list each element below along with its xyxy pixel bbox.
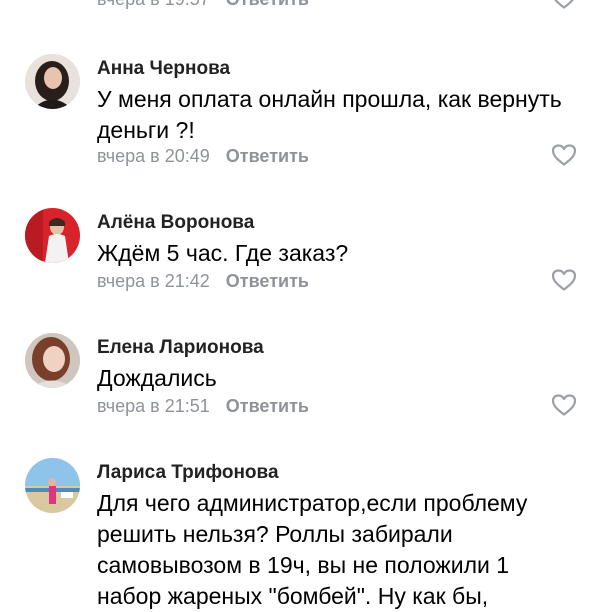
comment-time: вчера в 20:49 [97,146,210,166]
comment-meta: вчера в 19:57 Ответить [97,0,309,10]
comment-author[interactable]: Елена Ларионова [97,337,264,359]
avatar-photo [25,54,80,109]
reply-link[interactable]: Ответить [226,271,309,291]
comment-text: Для чего администратор,если проблему реш… [97,490,528,609]
comment-text: У меня оплата онлайн прошла, как вернуть… [97,86,562,143]
avatar[interactable] [25,208,80,263]
comment-meta: вчера в 20:49 Ответить [97,146,309,167]
like-button[interactable] [551,268,577,292]
comment-text: Ждём 5 час. Где заказ? [97,240,349,266]
comment-author[interactable]: Алёна Воронова [97,212,254,234]
comment-text: Дождались [97,365,217,391]
comment-time: вчера в 19:57 [97,0,210,9]
reply-link[interactable]: Ответить [226,0,309,9]
reply-link[interactable]: Ответить [226,396,309,416]
heart-outline-icon [551,269,577,291]
like-button[interactable] [551,393,577,417]
comment-meta: вчера в 21:51 Ответить [97,396,309,417]
avatar[interactable] [25,54,80,109]
avatar-photo [25,458,80,513]
avatar-photo [25,208,80,263]
avatar[interactable] [25,458,80,513]
comment-time: вчера в 21:42 [97,271,210,291]
comment-author[interactable]: Лариса Трифонова [97,462,279,484]
comment-author[interactable]: Анна Чернова [97,58,230,80]
reply-link[interactable]: Ответить [226,146,309,166]
avatar[interactable] [25,333,80,388]
like-button[interactable] [551,0,577,10]
heart-outline-icon [551,144,577,166]
heart-outline-icon [551,394,577,416]
heart-outline-icon [554,0,574,9]
like-button[interactable] [551,143,577,167]
avatar-photo [25,333,80,388]
comment-meta: вчера в 21:42 Ответить [97,271,309,292]
comment-time: вчера в 21:51 [97,396,210,416]
